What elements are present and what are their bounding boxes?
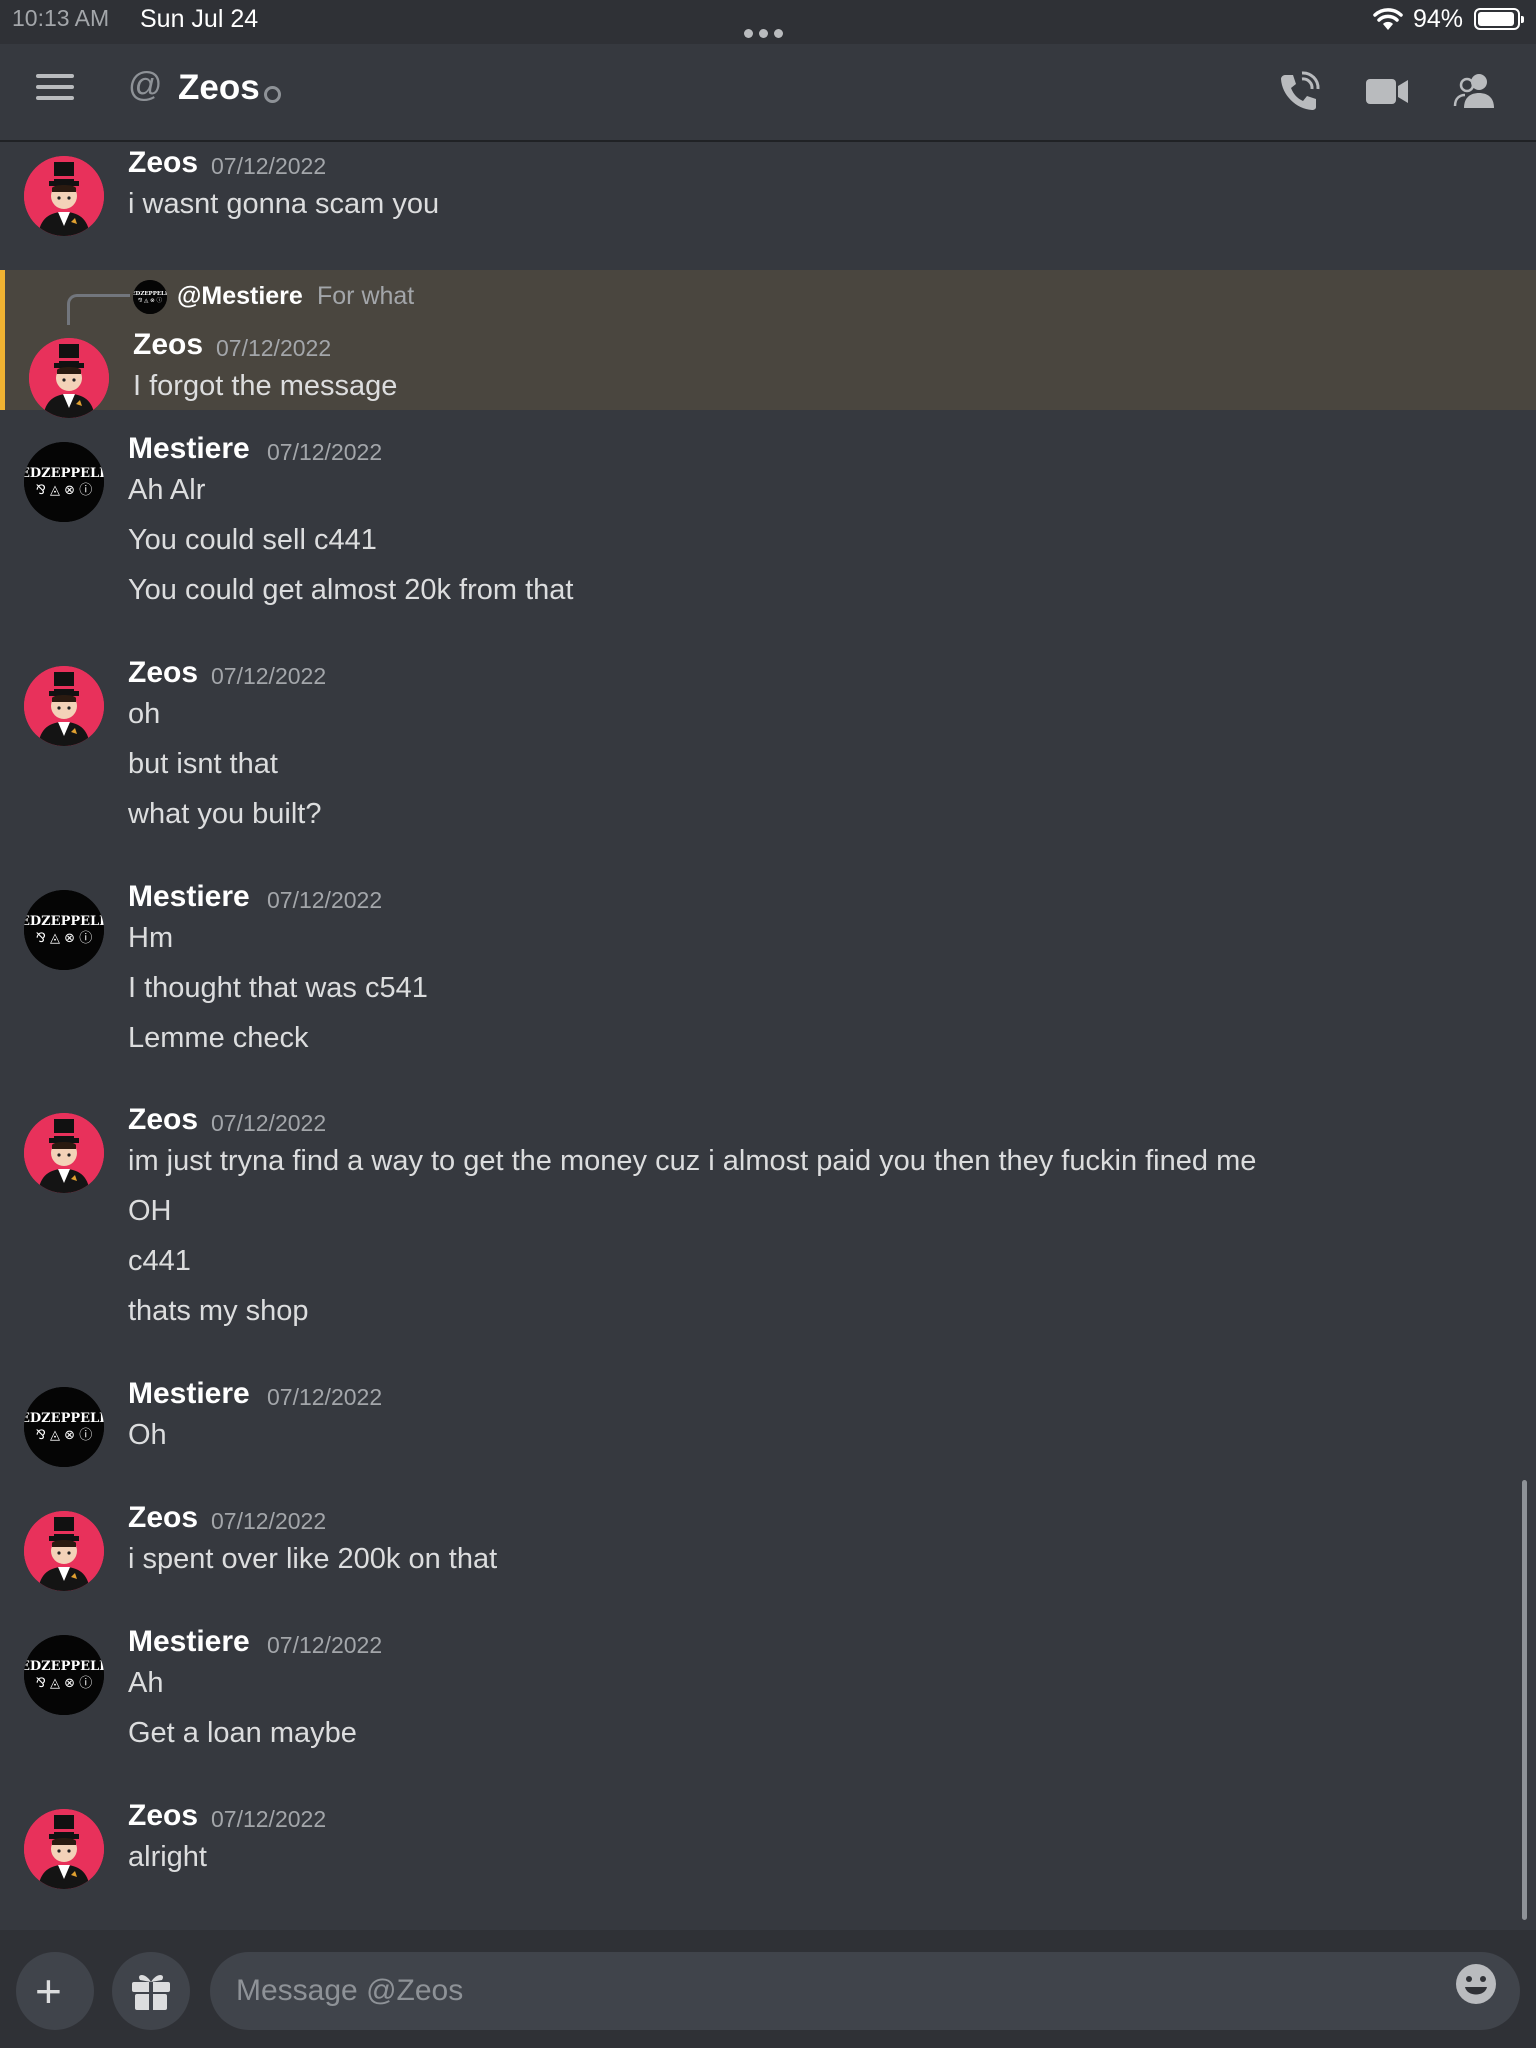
- svg-text:LEDZEPPELIN: LEDZEPPELIN: [24, 1411, 104, 1426]
- message-text[interactable]: I forgot the message: [133, 370, 397, 403]
- message-text[interactable]: Hm: [128, 922, 173, 955]
- message-text[interactable]: but isnt that: [128, 748, 278, 781]
- message-author[interactable]: Zeos: [128, 1103, 198, 1137]
- message-text[interactable]: Ah Alr: [128, 474, 205, 507]
- members-icon[interactable]: [1452, 68, 1498, 114]
- message-timestamp: 07/12/2022: [211, 1508, 327, 1534]
- message-timestamp: 07/12/2022: [267, 1384, 383, 1410]
- avatar[interactable]: [24, 1809, 104, 1889]
- message-composer: +: [0, 1930, 1536, 2048]
- reply-avatar: LEDZEPPELIN ⅋ ◬ ⊗ ⓘ: [133, 280, 167, 314]
- reply-preview-text[interactable]: For what: [317, 282, 414, 311]
- reply-connector: [67, 294, 130, 325]
- message-text[interactable]: i spent over like 200k on that: [128, 1543, 497, 1576]
- message-text[interactable]: i wasnt gonna scam you: [128, 188, 439, 221]
- message-text[interactable]: alright: [128, 1841, 207, 1874]
- channel-header: @ Zeos: [0, 44, 1536, 140]
- channel-title: Zeos: [178, 68, 260, 107]
- video-icon[interactable]: [1364, 68, 1410, 114]
- svg-text:LEDZEPPELIN: LEDZEPPELIN: [133, 291, 167, 297]
- message-timestamp: 07/12/2022: [216, 335, 332, 361]
- message-text[interactable]: im just tryna find a way to get the mone…: [128, 1145, 1256, 1178]
- message-timestamp: 07/12/2022: [211, 1806, 327, 1832]
- multitasking-dots-icon[interactable]: [744, 16, 789, 45]
- message-group[interactable]: LEDZEPPELIN ⅋ ◬ ⊗ ⓘ Mestiere 07/12/2022 Ah…: [0, 1619, 1536, 1759]
- offline-status-icon: [264, 86, 281, 103]
- message-list[interactable]: Zeos 07/12/2022 i wasnt gonna scam you LED…: [0, 140, 1536, 1930]
- message-input[interactable]: [210, 1952, 1520, 2030]
- message-text[interactable]: I thought that was c541: [128, 972, 428, 1005]
- avatar[interactable]: [24, 666, 104, 746]
- avatar[interactable]: [29, 338, 109, 418]
- message-author[interactable]: Zeos: [128, 1799, 198, 1833]
- svg-text:⅋ ◬ ⊗ ⓘ: ⅋ ◬ ⊗ ⓘ: [36, 931, 92, 946]
- battery-percent: 94%: [1413, 5, 1464, 33]
- emoji-icon[interactable]: [1454, 1962, 1498, 2006]
- gift-button[interactable]: [112, 1952, 190, 2030]
- svg-text:⅋ ◬ ⊗ ⓘ: ⅋ ◬ ⊗ ⓘ: [36, 1676, 92, 1691]
- avatar[interactable]: [24, 156, 104, 236]
- message-author[interactable]: Mestiere: [128, 880, 250, 914]
- message-author[interactable]: Zeos: [133, 328, 203, 362]
- message-timestamp: 07/12/2022: [211, 153, 327, 179]
- message-text[interactable]: You could sell c441: [128, 524, 377, 557]
- message-author[interactable]: Zeos: [128, 146, 198, 180]
- message-group[interactable]: Zeos 07/12/2022 im just tryna find a way t…: [0, 1097, 1536, 1337]
- message-text[interactable]: You could get almost 20k from that: [128, 574, 573, 607]
- avatar[interactable]: [24, 1113, 104, 1193]
- message-text[interactable]: c441: [128, 1245, 191, 1278]
- message-group[interactable]: LEDZEPPELIN ⅋ ◬ ⊗ ⓘ Mestiere 07/12/2022 Ah…: [0, 426, 1536, 616]
- avatar[interactable]: LEDZEPPELIN ⅋ ◬ ⊗ ⓘ: [24, 1635, 104, 1715]
- status-date: Sun Jul 24: [140, 5, 259, 33]
- avatar[interactable]: LEDZEPPELIN ⅋ ◬ ⊗ ⓘ: [24, 1387, 104, 1467]
- message-text[interactable]: OH: [128, 1195, 172, 1228]
- message-author[interactable]: Mestiere: [128, 1377, 250, 1411]
- message-timestamp: 07/12/2022: [267, 1632, 383, 1658]
- avatar[interactable]: LEDZEPPELIN ⅋ ◬ ⊗ ⓘ: [24, 442, 104, 522]
- menu-icon[interactable]: [36, 74, 74, 104]
- message-group[interactable]: Zeos 07/12/2022 oh but isnt that what you bu…: [0, 650, 1536, 840]
- message-group[interactable]: Zeos 07/12/2022 i wasnt gonna scam you: [0, 140, 1536, 236]
- status-bar: 10:13 AM Sun Jul 24 94%: [0, 0, 1536, 44]
- message-group[interactable]: LEDZEPPELIN ⅋ ◬ ⊗ ⓘ Mestiere 07/12/2022 Hm…: [0, 874, 1536, 1064]
- message-text[interactable]: Lemme check: [128, 1022, 309, 1055]
- gift-icon: [132, 1975, 170, 2010]
- call-icon[interactable]: [1276, 68, 1322, 114]
- add-attachment-button[interactable]: +: [16, 1952, 94, 2030]
- svg-text:LEDZEPPELIN: LEDZEPPELIN: [24, 1659, 104, 1674]
- message-text[interactable]: thats my shop: [128, 1295, 309, 1328]
- message-text[interactable]: oh: [128, 698, 160, 731]
- message-author[interactable]: Zeos: [128, 1501, 198, 1535]
- avatar[interactable]: LEDZEPPELIN ⅋ ◬ ⊗ ⓘ: [24, 890, 104, 970]
- message-text[interactable]: what you built?: [128, 798, 321, 831]
- svg-text:LEDZEPPELIN: LEDZEPPELIN: [24, 466, 104, 481]
- message-group[interactable]: Zeos 07/12/2022 alright: [0, 1793, 1536, 1889]
- message-text[interactable]: Oh: [128, 1419, 167, 1452]
- message-timestamp: 07/12/2022: [211, 663, 327, 689]
- reply-author[interactable]: @Mestiere: [177, 282, 303, 311]
- message-group[interactable]: LEDZEPPELIN ⅋ ◬ ⊗ ⓘ Mestiere 07/12/2022 Oh: [0, 1371, 1536, 1467]
- message-author[interactable]: Zeos: [128, 656, 198, 690]
- message-group[interactable]: Zeos 07/12/2022 i spent over like 200k on …: [0, 1495, 1536, 1591]
- message-text[interactable]: Get a loan maybe: [128, 1717, 357, 1750]
- message-author[interactable]: Mestiere: [128, 1625, 250, 1659]
- message-timestamp: 07/12/2022: [267, 439, 383, 465]
- wifi-icon: [1373, 8, 1403, 30]
- svg-text:⅋ ◬ ⊗ ⓘ: ⅋ ◬ ⊗ ⓘ: [36, 1428, 92, 1443]
- message-author[interactable]: Mestiere: [128, 432, 250, 466]
- avatar[interactable]: [24, 1511, 104, 1591]
- at-icon: @: [128, 66, 163, 104]
- message-timestamp: 07/12/2022: [211, 1110, 327, 1136]
- message-list-scrollbar[interactable]: [1522, 1480, 1527, 1920]
- battery-icon: [1474, 8, 1524, 30]
- message-timestamp: 07/12/2022: [267, 887, 383, 913]
- plus-icon: +: [35, 1965, 62, 2017]
- status-time: 10:13 AM: [12, 5, 110, 31]
- message-group-highlighted[interactable]: LEDZEPPELIN ⅋ ◬ ⊗ ⓘ @Mestiere For what Ze…: [0, 270, 1536, 418]
- svg-text:LEDZEPPELIN: LEDZEPPELIN: [24, 914, 104, 929]
- svg-text:⅋ ◬ ⊗ ⓘ: ⅋ ◬ ⊗ ⓘ: [36, 483, 92, 498]
- message-text[interactable]: Ah: [128, 1667, 163, 1700]
